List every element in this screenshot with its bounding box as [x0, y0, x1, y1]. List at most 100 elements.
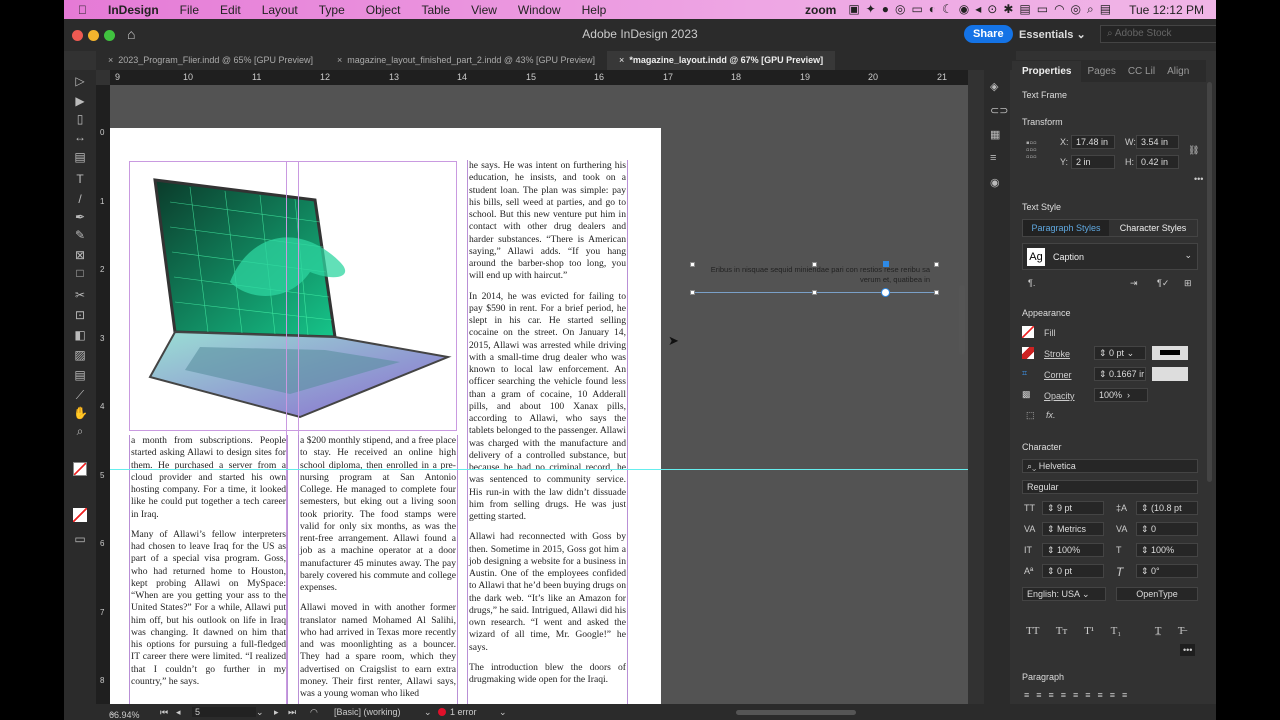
- in-port[interactable]: [883, 261, 889, 267]
- resize-handle[interactable]: [690, 262, 695, 267]
- profile-dropdown[interactable]: ⌄: [424, 707, 432, 718]
- paragraph-style-dropdown[interactable]: Ag Caption ⌄: [1022, 243, 1198, 270]
- stroke-weight-field[interactable]: ⇕ 0 pt ⌄: [1094, 346, 1146, 360]
- text-column-3[interactable]: he says. He was intent on furthering his…: [467, 160, 628, 708]
- pencil-tool-icon[interactable]: ✎: [73, 228, 87, 242]
- note-tool-icon[interactable]: ▤: [73, 368, 87, 382]
- ruler-guide[interactable]: [110, 469, 968, 470]
- preflight-profile[interactable]: [Basic] (working): [334, 707, 401, 717]
- links-icon[interactable]: ⊂⊃: [990, 104, 1008, 117]
- tab-magazine-layout[interactable]: × *magazine_layout.indd @ 67% [GPU Previ…: [607, 51, 836, 70]
- clear-overrides-icon[interactable]: ¶✓: [1157, 278, 1169, 289]
- width-field[interactable]: 3.54 in: [1136, 135, 1179, 149]
- effects-icon[interactable]: ◉: [990, 176, 1004, 189]
- fill-swatch[interactable]: [1022, 326, 1034, 338]
- more-character-options-icon[interactable]: •••: [1180, 644, 1196, 656]
- free-transform-tool-icon[interactable]: ⊡: [73, 308, 87, 322]
- apple-icon[interactable]: : [78, 3, 87, 17]
- x-field[interactable]: 17.48 in: [1071, 135, 1115, 149]
- paragraph-styles-tab[interactable]: Paragraph Styles: [1023, 220, 1109, 236]
- horizontal-scrollbar[interactable]: [736, 710, 856, 715]
- tab-program-flier[interactable]: × 2023_Program_Flier.indd @ 65% [GPU Pre…: [96, 51, 325, 70]
- font-family-field[interactable]: ⌕⌄ Helvetica: [1022, 459, 1198, 473]
- first-page-button[interactable]: ⏮: [160, 707, 168, 718]
- pen-tool-icon[interactable]: ✒: [73, 210, 87, 224]
- resize-handle[interactable]: [812, 262, 817, 267]
- font-size-field[interactable]: ⇕ 9 pt: [1042, 501, 1104, 515]
- line-tool-icon[interactable]: /: [73, 192, 87, 206]
- leading-field[interactable]: ⇕ (10.8 pt: [1136, 501, 1198, 515]
- formatting-affects-container-icon[interactable]: [73, 508, 87, 522]
- text-column-1[interactable]: a month from subscriptions. People start…: [129, 435, 288, 705]
- eyedropper-tool-icon[interactable]: ⟋: [73, 388, 87, 402]
- content-grabber-icon[interactable]: [881, 288, 890, 297]
- skew-field[interactable]: ⇕ 0°: [1136, 564, 1198, 578]
- next-page-button[interactable]: ▸: [274, 707, 279, 718]
- alignment-buttons[interactable]: ≡≡≡≡≡≡≡≡≡: [1024, 690, 1134, 700]
- menu-view[interactable]: View: [471, 3, 497, 17]
- panel-scrollbar[interactable]: [1207, 82, 1212, 482]
- workspace-switcher[interactable]: Essentials ⌄: [1019, 28, 1086, 41]
- adobe-stock-search[interactable]: ⌕ Adobe Stock: [1100, 25, 1216, 43]
- stroke-type-dropdown[interactable]: [1152, 346, 1188, 360]
- language-dropdown[interactable]: English: USA ⌄: [1022, 587, 1106, 601]
- tab-pages[interactable]: Pages: [1081, 66, 1121, 77]
- constrain-proportions-icon[interactable]: ⛓: [1188, 145, 1199, 156]
- menu-layout[interactable]: Layout: [262, 3, 298, 17]
- resize-handle[interactable]: [812, 290, 817, 295]
- corner-shape-dropdown[interactable]: [1152, 367, 1188, 381]
- pilcrow-icon[interactable]: ¶.: [1028, 278, 1035, 288]
- zoom-status-icon[interactable]: zoom: [805, 3, 836, 17]
- direct-selection-tool-icon[interactable]: ▶: [73, 94, 87, 108]
- menu-edit[interactable]: Edit: [220, 3, 241, 17]
- fill-swatch[interactable]: [73, 462, 87, 476]
- menu-window[interactable]: Window: [518, 3, 561, 17]
- share-button[interactable]: Share: [964, 25, 1013, 43]
- text-column-2[interactable]: a $200 monthly stipend, and a free place…: [298, 435, 458, 705]
- tab-magazine-part2[interactable]: × magazine_layout_finished_part_2.indd @…: [325, 51, 607, 70]
- gap-tool-icon[interactable]: ↔: [73, 130, 87, 144]
- case-buttons[interactable]: TT Tт T¹ T₁ T̲ T̶: [1026, 625, 1184, 637]
- horizontal-scale-field[interactable]: ⇕ 100%: [1136, 543, 1198, 557]
- load-styles-icon[interactable]: ⇥: [1130, 278, 1138, 289]
- menu-type[interactable]: Type: [319, 3, 345, 17]
- content-collector-icon[interactable]: ▤: [73, 150, 87, 164]
- corner-label[interactable]: Corner: [1044, 370, 1072, 380]
- previous-page-button[interactable]: ◂: [176, 707, 181, 718]
- kerning-field[interactable]: ⇕ Metrics: [1042, 522, 1104, 536]
- more-options-icon[interactable]: •••: [1194, 174, 1203, 184]
- opentype-button[interactable]: OpenType: [1116, 587, 1198, 601]
- caption-text-frame[interactable]: Eribus in nisquae sequid miniendae pari …: [690, 261, 939, 297]
- page-dropdown[interactable]: ⌄: [256, 707, 264, 718]
- corner-radius-field[interactable]: ⇕ 0.1667 ir: [1094, 367, 1146, 381]
- last-page-button[interactable]: ⏭: [288, 707, 296, 718]
- y-field[interactable]: 2 in: [1071, 155, 1115, 169]
- tracking-field[interactable]: ⇕ 0: [1136, 522, 1198, 536]
- errors-dropdown[interactable]: ⌄: [499, 707, 507, 718]
- baseline-shift-field[interactable]: ⇕ 0 pt: [1042, 564, 1104, 578]
- type-tool-icon[interactable]: T: [73, 172, 87, 186]
- tab-align[interactable]: Align: [1161, 66, 1195, 77]
- tab-properties[interactable]: Properties: [1012, 60, 1082, 82]
- vertical-scale-field[interactable]: ⇕ 100%: [1042, 543, 1104, 557]
- menu-help[interactable]: Help: [582, 3, 607, 17]
- opacity-field[interactable]: 100% ›: [1094, 388, 1148, 402]
- document-page[interactable]: a month from subscriptions. People start…: [110, 128, 661, 708]
- resize-handle[interactable]: [934, 262, 939, 267]
- error-count[interactable]: 1 error: [450, 707, 477, 717]
- gradient-tool-icon[interactable]: ◧: [73, 328, 87, 342]
- height-field[interactable]: 0.42 in: [1136, 155, 1179, 169]
- horizontal-ruler[interactable]: 9 10 11 12 13 14 15 16 17 18 19 20 21: [110, 70, 968, 85]
- clock[interactable]: Tue 12:12 PM: [1129, 3, 1204, 17]
- tab-cc-libraries[interactable]: CC Lil: [1122, 66, 1161, 77]
- zoom-tool-icon[interactable]: ⌕: [73, 424, 87, 438]
- resize-handle[interactable]: [690, 290, 695, 295]
- vertical-ruler[interactable]: 0 1 2 3 4 5 6 7 8: [96, 85, 110, 704]
- status-icons[interactable]: ▣✦●◎▭◐☾◉◂⊙✱▤▭◠◎⌕▤: [848, 2, 1117, 17]
- menu-table[interactable]: Table: [421, 3, 450, 17]
- pasteboard[interactable]: a month from subscriptions. People start…: [110, 85, 968, 708]
- page-tool-icon[interactable]: ▯: [73, 112, 87, 126]
- layers-icon[interactable]: ◈: [990, 80, 1004, 93]
- stroke-swatch[interactable]: [1022, 347, 1034, 359]
- hand-tool-icon[interactable]: ✋: [73, 406, 88, 420]
